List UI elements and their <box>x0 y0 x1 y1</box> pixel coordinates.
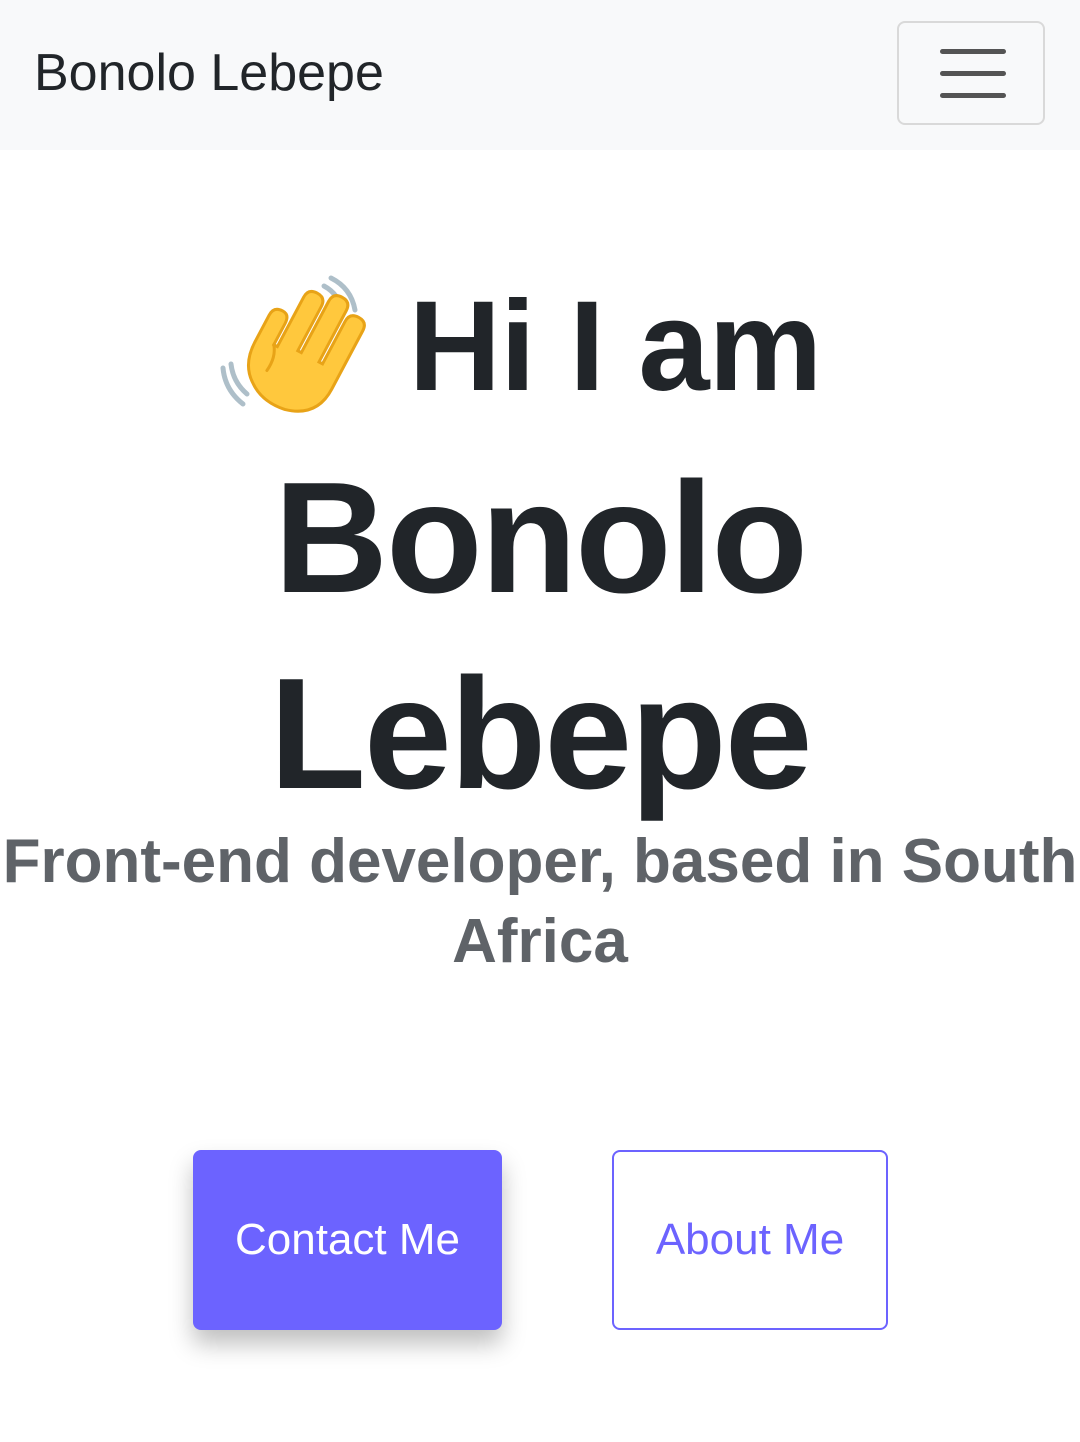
hamburger-menu-icon-bar <box>940 93 1006 98</box>
hero-name-last: Lebepe <box>269 646 812 822</box>
hamburger-menu-icon <box>940 49 1006 54</box>
greeting-text: Hi I am <box>408 275 823 418</box>
contact-me-button[interactable]: Contact Me <box>193 1150 502 1330</box>
navbar: Bonolo Lebepe <box>0 0 1080 150</box>
about-me-button[interactable]: About Me <box>612 1150 888 1330</box>
hero-subtitle: Front-end developer, based in South Afri… <box>0 822 1080 982</box>
menu-toggle-button[interactable] <box>897 21 1045 125</box>
hero-subtitle-line1: Front-end developer, based in South <box>2 827 1078 896</box>
hero-section: Hi I am Bonolo Lebepe Front-end develope… <box>0 150 1080 1442</box>
waving-hand-icon <box>220 275 366 413</box>
hero-name-first: Bonolo <box>273 450 808 626</box>
hero-subtitle-line2: Africa <box>452 907 628 976</box>
greeting-row: Hi I am <box>0 272 1080 422</box>
hero-name: Bonolo Lebepe <box>0 440 1080 832</box>
navbar-brand[interactable]: Bonolo Lebepe <box>34 40 384 106</box>
hamburger-menu-icon-bar <box>940 71 1006 76</box>
